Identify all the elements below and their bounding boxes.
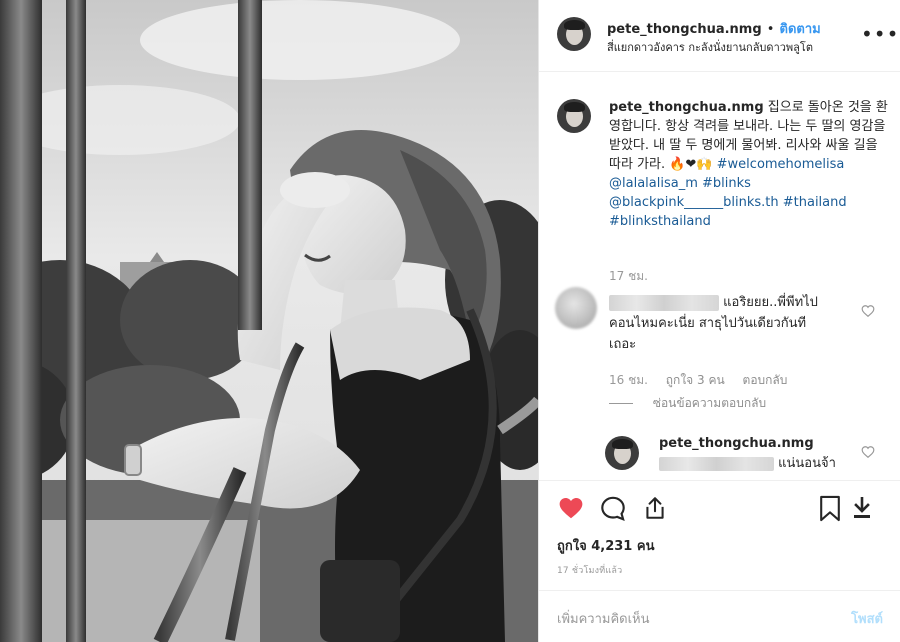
post-comment-button[interactable]: โพสต์ bbox=[851, 608, 883, 629]
caption: pete_thongchua.nmg 집으로 돌아온 것을 환영합니다. 항상 … bbox=[609, 98, 893, 231]
comment: แอริยยย..พี่พีทไป คอนไหมคะเนี่ย สาธุไปวั… bbox=[609, 292, 869, 355]
reply-text: แน่นอนจ้า bbox=[778, 456, 836, 471]
download-icon[interactable] bbox=[852, 497, 872, 519]
comment-meta: 16 ชม. ถูกใจ 3 คน ตอบกลับ bbox=[609, 371, 787, 390]
mention-link[interactable]: @lalalalisa_m #blinks bbox=[609, 176, 751, 191]
share-icon[interactable] bbox=[642, 494, 668, 522]
header-title-row: pete_thongchua.nmg • ติดตาม bbox=[607, 18, 821, 39]
hide-replies-label[interactable]: ซ่อนข้อความตอบกลับ bbox=[653, 396, 766, 410]
reply-like-icon[interactable] bbox=[861, 445, 875, 459]
hashtag-link[interactable]: #blinksthailand bbox=[609, 214, 711, 229]
bookmark-icon[interactable] bbox=[819, 495, 841, 522]
comment-likes[interactable]: ถูกใจ 3 คน bbox=[666, 373, 725, 387]
redacted-mention bbox=[659, 456, 774, 471]
caption-emoji: 🔥❤🙌 bbox=[669, 157, 713, 172]
caption-timestamp[interactable]: 17 ชม. bbox=[609, 267, 648, 286]
comment-text-line3: เถอะ bbox=[609, 337, 637, 352]
comment-text-line2: คอนไหมคะเนี่ย สาธุไปวันเดียวกันที bbox=[609, 316, 807, 331]
likes-count[interactable]: ถูกใจ 4,231 คน bbox=[557, 535, 654, 556]
comment-icon[interactable] bbox=[599, 495, 627, 522]
comments-list[interactable]: pete_thongchua.nmg 집으로 돌아온 것을 환영합니다. 항상 … bbox=[539, 72, 900, 480]
mention-link[interactable]: @blackpink______blinks.th #thailand bbox=[609, 195, 847, 210]
heart-icon[interactable] bbox=[557, 495, 585, 521]
reply: pete_thongchua.nmg แน่นอนจ้า bbox=[659, 436, 836, 474]
comment-composer: เพิ่มความคิดเห็น โพสต์ bbox=[539, 590, 900, 642]
post-header: pete_thongchua.nmg • ติดตาม สี่แยกดาวอัง… bbox=[539, 0, 900, 72]
replies-divider bbox=[609, 403, 633, 404]
post-photo[interactable] bbox=[0, 0, 538, 642]
reply-author[interactable]: pete_thongchua.nmg bbox=[659, 436, 836, 451]
more-options-icon[interactable]: ••• bbox=[861, 24, 899, 44]
location-link[interactable]: สี่แยกดาวอังคาร กะลังนั่งยานกลับดาวพลูโต bbox=[607, 38, 813, 56]
separator-dot: • bbox=[766, 22, 775, 37]
comment-timestamp[interactable]: 16 ชม. bbox=[609, 373, 648, 387]
hide-replies-toggle[interactable]: ซ่อนข้อความตอบกลับ bbox=[609, 394, 766, 413]
reply-button[interactable]: ตอบกลับ bbox=[743, 373, 788, 387]
redacted-username bbox=[609, 294, 719, 311]
author-username[interactable]: pete_thongchua.nmg bbox=[607, 22, 762, 37]
author-avatar[interactable] bbox=[557, 17, 591, 51]
caption-avatar[interactable] bbox=[557, 99, 591, 133]
comment-input[interactable]: เพิ่มความคิดเห็น bbox=[557, 608, 650, 629]
hashtag-link[interactable]: #welcomehomelisa bbox=[717, 157, 845, 172]
post-details-panel: pete_thongchua.nmg • ติดตาม สี่แยกดาวอัง… bbox=[538, 0, 900, 642]
comment-like-icon[interactable] bbox=[861, 304, 875, 318]
comment-text-line1: แอริยยย..พี่พีทไป bbox=[723, 295, 818, 310]
commenter-avatar[interactable] bbox=[555, 287, 597, 329]
post-timestamp[interactable]: 17 ชั่วโมงที่แล้ว bbox=[557, 563, 622, 577]
post-image bbox=[0, 0, 538, 642]
follow-button[interactable]: ติดตาม bbox=[780, 22, 821, 37]
post-actions: ถูกใจ 4,231 คน 17 ชั่วโมงที่แล้ว bbox=[539, 480, 900, 590]
reply-avatar[interactable] bbox=[605, 436, 639, 470]
caption-author[interactable]: pete_thongchua.nmg bbox=[609, 100, 764, 115]
